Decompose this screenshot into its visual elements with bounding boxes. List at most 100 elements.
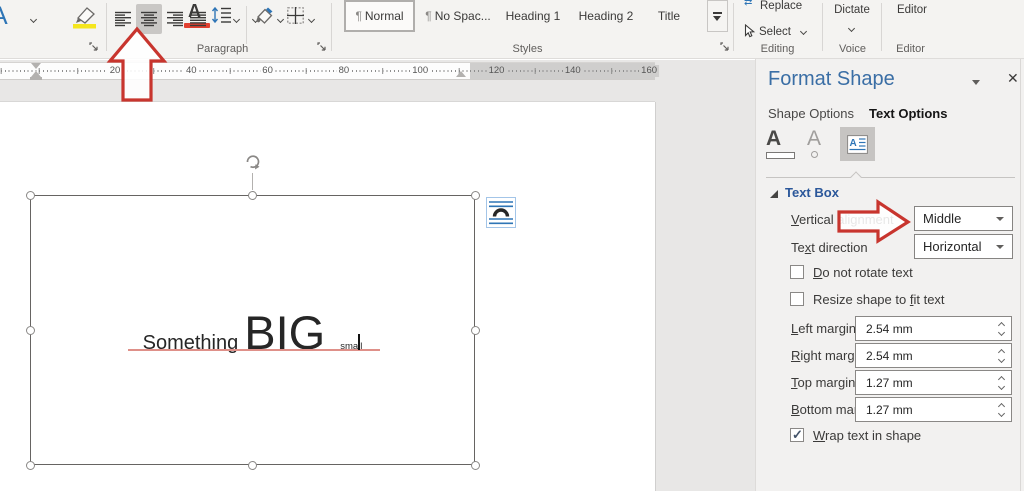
text-direction-label: Text direction (791, 240, 868, 255)
resize-to-fit-checkbox[interactable] (790, 292, 804, 306)
align-right-button[interactable] (164, 6, 186, 32)
style-item-normal[interactable]: ¶ Normal (344, 0, 415, 32)
selection-handle[interactable] (248, 461, 257, 470)
ribbon: A A (0, 0, 1024, 59)
section-title[interactable]: Text Box (785, 185, 839, 200)
horizontal-ruler[interactable]: 20406080100120140160 (0, 62, 655, 80)
text-direction-dropdown[interactable]: Horizontal (914, 234, 1013, 259)
layout-properties-icon[interactable]: A (840, 127, 875, 161)
text-fill-outline-icon[interactable]: A (766, 129, 795, 159)
vertical-alignment-dropdown[interactable]: Middle (914, 206, 1013, 231)
svg-text:A: A (850, 138, 857, 149)
left-margin-field[interactable]: 2.54 mm (855, 316, 1012, 341)
wrap-text-label[interactable]: Wrap text in shape (813, 428, 921, 443)
borders-icon[interactable] (287, 7, 304, 29)
layout-options-button[interactable] (486, 197, 516, 228)
bottom-margin-field[interactable]: 1.27 mm (855, 397, 1012, 422)
section-collapse-icon[interactable] (770, 190, 778, 198)
ruler-number: 60 (260, 65, 275, 77)
right-indent-marker[interactable] (456, 71, 466, 77)
editor-button[interactable]: Editor (890, 4, 934, 16)
do-not-rotate-label[interactable]: Do not rotate text (813, 265, 913, 280)
style-item-title[interactable]: Title (645, 0, 693, 32)
line-spacing-chevron[interactable] (233, 16, 240, 23)
left-indent-marker[interactable] (30, 77, 42, 80)
selection-handle[interactable] (26, 326, 35, 335)
selection-handle[interactable] (26, 191, 35, 200)
selection-handle[interactable] (248, 191, 257, 200)
spin-down-icon[interactable] (998, 330, 1005, 337)
spin-up-icon[interactable] (998, 402, 1005, 409)
ruler-number: 80 (337, 65, 352, 77)
rotate-handle-icon[interactable] (243, 152, 262, 176)
vertical-alignment-label: Vertical alignment (791, 212, 894, 227)
replace-icon: ⇄ (744, 0, 752, 8)
top-margin-label: Top margin (791, 375, 855, 390)
shading-chevron[interactable] (277, 16, 284, 23)
select-button[interactable]: Select (759, 26, 791, 38)
dictate-button[interactable]: Dictate (830, 4, 874, 16)
spin-down-icon[interactable] (998, 357, 1005, 364)
dictate-chevron[interactable] (848, 25, 855, 32)
style-item-heading1[interactable]: Heading 1 (499, 0, 567, 32)
selection-handle[interactable] (471, 191, 480, 200)
ruler-number: 140 (563, 65, 583, 77)
do-not-rotate-checkbox[interactable] (790, 265, 804, 279)
selection-handle[interactable] (26, 461, 35, 470)
format-shape-panel: Format Shape ✕ Shape Options Text Option… (755, 59, 1024, 491)
borders-chevron[interactable] (308, 16, 315, 23)
dropdown-caret-icon (996, 245, 1004, 249)
tab-text-options[interactable]: Text Options (869, 106, 947, 121)
replace-button[interactable]: Replace (760, 0, 802, 12)
spin-up-icon[interactable] (998, 321, 1005, 328)
style-item-no-spacing[interactable]: ¶ No Spac... (419, 0, 497, 32)
right-margin-label: Right margin (791, 348, 865, 363)
text-highlight-color-icon[interactable] (70, 5, 98, 34)
document-page[interactable]: Something BIG small (0, 102, 655, 491)
styles-gallery-more-button[interactable] (707, 0, 728, 32)
justify-button[interactable] (187, 6, 209, 32)
wordart-styles-icon[interactable]: A (0, 2, 8, 31)
ruler-number: 160 (639, 65, 659, 77)
red-underline (128, 349, 380, 351)
left-margin-label: Left margin (791, 321, 856, 336)
text-cursor (358, 334, 360, 350)
align-center-button[interactable] (136, 4, 162, 34)
ruler-number: 100 (410, 65, 430, 77)
spin-down-icon[interactable] (998, 384, 1005, 391)
font-dialog-launcher[interactable] (88, 41, 99, 52)
align-left-button[interactable] (112, 6, 134, 32)
first-line-indent-marker[interactable] (31, 63, 41, 69)
ruler-number: 40 (184, 65, 199, 77)
panel-menu-caret-icon[interactable] (972, 80, 980, 85)
text-medium: Something (143, 332, 239, 355)
right-margin-field[interactable]: 2.54 mm (855, 343, 1012, 368)
wordart-dropdown-chevron[interactable] (30, 16, 37, 23)
spin-down-icon[interactable] (998, 411, 1005, 418)
text-large: BIG (244, 305, 325, 360)
text-effects-icon[interactable]: A (807, 129, 821, 158)
paragraph-dialog-launcher[interactable] (316, 41, 327, 52)
selection-handle[interactable] (471, 326, 480, 335)
ruler-number: 20 (108, 65, 123, 77)
paragraph-group-label: Paragraph (160, 43, 285, 55)
text-box-content[interactable]: Something BIG small (30, 305, 475, 360)
tab-shape-options[interactable]: Shape Options (768, 106, 854, 121)
dropdown-caret-icon (996, 217, 1004, 221)
top-margin-field[interactable]: 1.27 mm (855, 370, 1012, 395)
selection-handle[interactable] (471, 461, 480, 470)
line-spacing-icon[interactable] (211, 6, 232, 29)
panel-close-icon[interactable]: ✕ (1007, 70, 1019, 87)
select-chevron[interactable] (800, 28, 807, 35)
wrap-text-checkbox[interactable] (790, 428, 804, 442)
resize-to-fit-label[interactable]: Resize shape to fit text (813, 292, 945, 307)
shading-icon[interactable] (254, 6, 276, 30)
panel-title: Format Shape (768, 68, 895, 91)
document-area: 20406080100120140160 Something BIG small (0, 60, 755, 491)
select-cursor-icon (744, 24, 755, 43)
layout-options-icon (489, 200, 513, 225)
style-item-heading2[interactable]: Heading 2 (572, 0, 640, 32)
spin-up-icon[interactable] (998, 375, 1005, 382)
editor-group-label: Editor (848, 43, 973, 55)
spin-up-icon[interactable] (998, 348, 1005, 355)
